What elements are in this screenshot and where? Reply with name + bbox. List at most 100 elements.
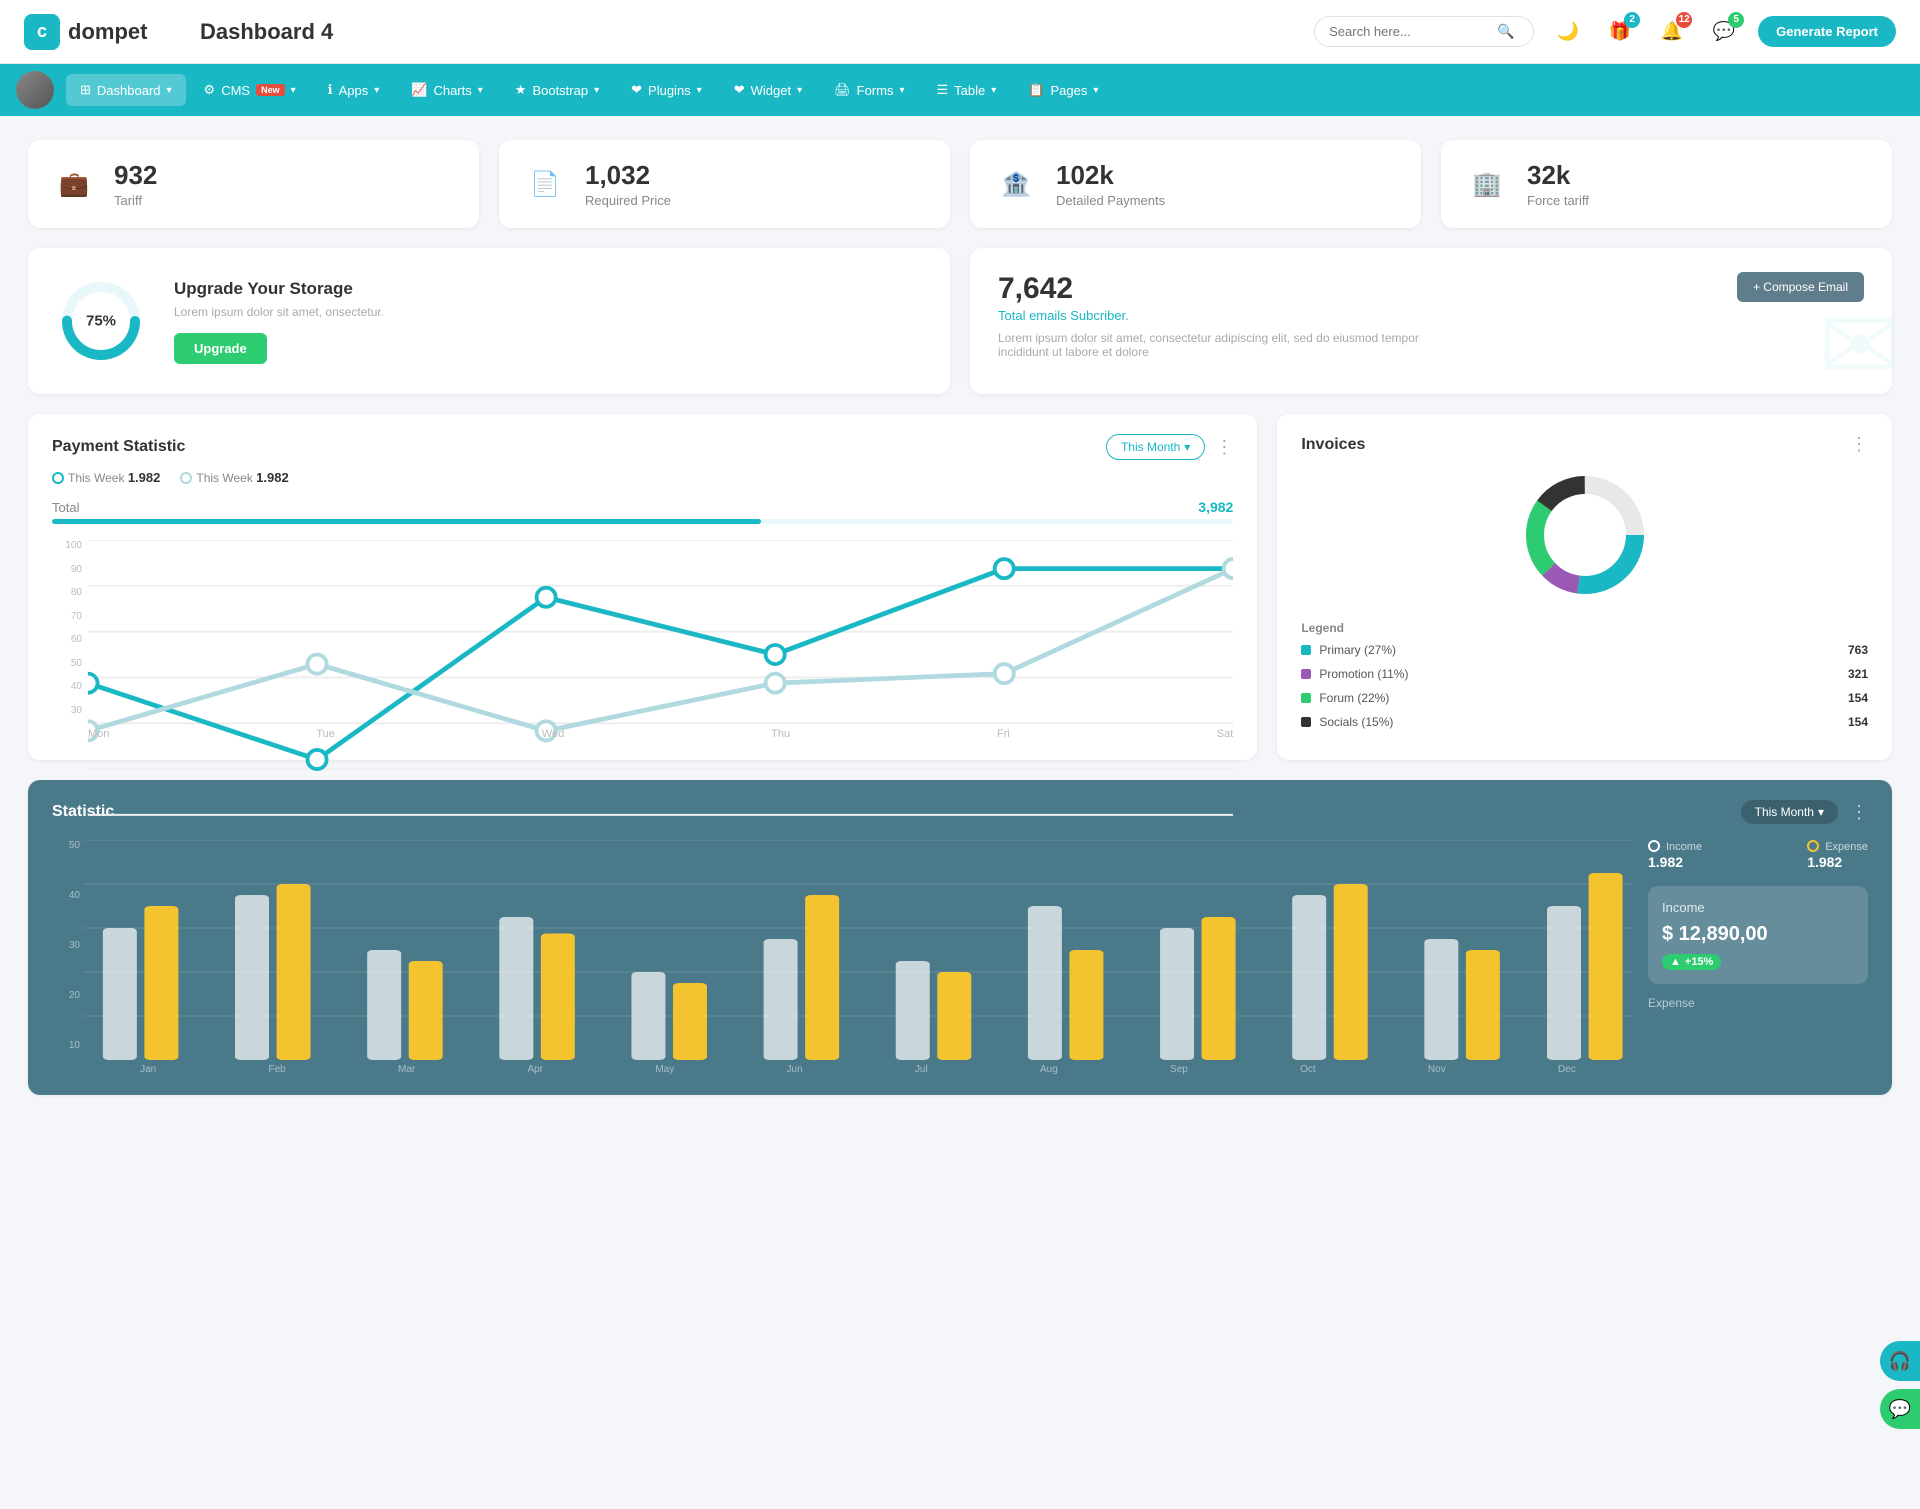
nav-item-forms[interactable]: 🖨 Forms ▾ [820,74,918,106]
total-row: Total 3,982 [52,499,1233,515]
widget-icon: ❤ [734,82,745,98]
line-chart-svg [88,540,1233,865]
nav-item-table[interactable]: ☰ Table ▾ [923,74,1011,106]
statistic-more-icon[interactable]: ⋮ [1850,802,1868,823]
promotion-label: Promotion (11%) [1319,667,1408,681]
income-amount: $ 12,890,00 [1662,923,1854,946]
bell-btn[interactable]: 🔔 12 [1654,14,1690,50]
legend-value-1: 1.982 [128,470,161,485]
email-subtitle: Total emails Subcriber. [998,308,1129,323]
nav-item-bootstrap[interactable]: ★ Bootstrap ▾ [501,74,613,106]
income-dot [1648,840,1660,852]
gift-btn[interactable]: 🎁 2 [1602,14,1638,50]
required-price-icon: 📄 [521,160,569,208]
legend-item-primary: Primary (27%) 763 [1301,643,1868,657]
bar-chart-wrap: 5040302010 [52,840,1632,1075]
chevron-down-icon-9: ▾ [991,85,996,96]
nav-item-apps[interactable]: ℹ Apps ▾ [314,74,394,106]
income-value: 1.982 [1648,854,1702,870]
nav-item-plugins[interactable]: ❤ Plugins ▾ [617,74,716,106]
nav-item-cms[interactable]: ⚙ CMS New ▾ [190,74,310,106]
socials-value: 154 [1848,715,1868,729]
nav-item-widget[interactable]: ❤ Widget ▾ [720,74,816,106]
forum-label: Forum (22%) [1319,691,1389,705]
legend-dot-1 [52,472,64,484]
expense-panel-title: Expense [1648,996,1868,1010]
chat-float-btn[interactable]: 💬 [1880,1389,1920,1429]
socials-dot [1301,717,1311,727]
navbar: ⊞ Dashboard ▾ ⚙ CMS New ▾ ℹ Apps ▾ 📈 Cha… [0,64,1920,116]
chat-btn[interactable]: 💬 5 [1706,14,1742,50]
legend-row: This Week 1.982 This Week 1.982 [52,470,1233,485]
chevron-down-icon-5: ▾ [594,85,599,96]
detailed-payments-value: 102k [1056,160,1165,191]
statistic-this-month-btn[interactable]: This Month ▾ [1741,800,1838,824]
income-badge-value: +15% [1685,956,1713,968]
dark-mode-btn[interactable]: 🌙 [1550,14,1586,50]
chevron-down-icon-7: ▾ [797,85,802,96]
nav-bootstrap-label: Bootstrap [532,83,588,98]
page-title: Dashboard 4 [200,19,741,45]
chevron-down-icon-month: ▾ [1184,440,1190,454]
legend-label-2: This Week [196,471,252,485]
more-options-icon[interactable]: ⋮ [1215,437,1233,458]
income-expense-row: Income 1.982 Expense 1.982 [1648,840,1868,870]
this-month-btn[interactable]: This Month ▾ [1106,434,1205,460]
legend-left-promotion: Promotion (11%) [1301,667,1408,681]
charts-icon: 📈 [411,82,427,98]
chevron-down-icon-8: ▾ [899,85,904,96]
nav-item-dashboard[interactable]: ⊞ Dashboard ▾ [66,74,186,106]
required-price-label: Required Price [585,193,671,208]
email-card: 7,642 Total emails Subcriber. + Compose … [970,248,1892,394]
expense-label: Expense [1825,841,1868,853]
expense-value: 1.982 [1807,854,1868,870]
chevron-down-statistic: ▾ [1818,805,1824,819]
forum-value: 154 [1848,691,1868,705]
support-float-btn[interactable]: 🎧 [1880,1341,1920,1381]
nav-avatar [16,71,54,109]
payment-header-right: This Month ▾ ⋮ [1106,434,1233,460]
generate-report-btn[interactable]: Generate Report [1758,16,1896,47]
stat-card-detailed-payments: 🏦 102k Detailed Payments [970,140,1421,228]
nav-item-pages[interactable]: 📋 Pages ▾ [1014,74,1112,106]
bar-chart-svg [84,840,1632,1060]
logo-icon: c [24,14,60,50]
search-input[interactable] [1329,24,1489,39]
legend-item-1: This Week 1.982 [52,470,160,485]
stat-card-tariff: 💼 932 Tariff [28,140,479,228]
promotion-dot [1301,669,1311,679]
income-panel-title: Income [1662,900,1854,915]
payment-title: Payment Statistic [52,438,185,456]
nav-cms-label: CMS [221,83,250,98]
search-box[interactable]: 🔍 [1314,16,1534,47]
tariff-label: Tariff [114,193,157,208]
table-icon: ☰ [937,82,949,98]
pages-icon: 📋 [1028,82,1044,98]
tariff-icon: 💼 [50,160,98,208]
dashboard-icon: ⊞ [80,82,91,98]
legend-item-2: This Week 1.982 [180,470,288,485]
socials-label: Socials (15%) [1319,715,1393,729]
progress-fill [52,519,761,524]
line-chart-area: 10090807060504030 [52,540,1233,740]
payment-header: Payment Statistic This Month ▾ ⋮ [52,434,1233,460]
detailed-payments-icon: 🏦 [992,160,1040,208]
forms-icon: 🖨 [834,82,851,98]
chart-y-axis: 10090807060504030 [52,540,82,716]
stat-card-force-tariff: 🏢 32k Force tariff [1441,140,1892,228]
moon-icon: 🌙 [1557,21,1579,42]
detailed-payments-label: Detailed Payments [1056,193,1165,208]
invoices-more-icon[interactable]: ⋮ [1850,434,1868,455]
legend-left-socials: Socials (15%) [1301,715,1393,729]
primary-dot [1301,645,1311,655]
tariff-value: 932 [114,160,157,191]
plugins-icon: ❤ [631,82,642,98]
expense-item: Expense 1.982 [1807,840,1868,870]
legend-left-forum: Forum (22%) [1301,691,1389,705]
legend-left-primary: Primary (27%) [1301,643,1396,657]
main-content: 💼 932 Tariff 📄 1,032 Required Price 🏦 10… [0,116,1920,1119]
upgrade-btn[interactable]: Upgrade [174,333,267,364]
nav-item-charts[interactable]: 📈 Charts ▾ [397,74,497,106]
cms-icon: ⚙ [204,82,216,98]
chevron-down-icon-6: ▾ [697,85,702,96]
